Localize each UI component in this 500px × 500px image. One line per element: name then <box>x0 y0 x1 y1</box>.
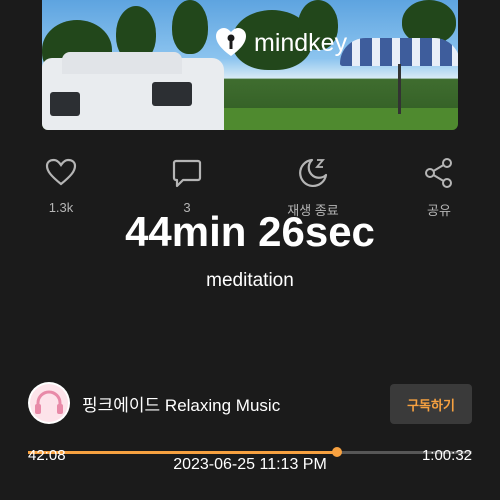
channel-avatar[interactable] <box>28 382 70 424</box>
timestamp: 2023-06-25 11:13 PM <box>173 456 327 473</box>
camper-van-graphic <box>42 52 224 130</box>
subscribe-button[interactable]: 구독하기 <box>390 384 472 424</box>
heart-icon <box>45 158 77 186</box>
mindkey-logo-icon <box>216 28 246 56</box>
progress-bar[interactable] <box>28 447 472 457</box>
sleep-timer-icon <box>299 158 328 188</box>
category-label: meditation <box>206 270 294 291</box>
comment-icon <box>172 159 202 188</box>
umbrella-graphic <box>340 38 458 66</box>
share-icon <box>425 158 452 188</box>
logo-text: mindkey <box>254 28 348 57</box>
video-thumbnail[interactable]: mindkey <box>42 0 458 130</box>
progress-fill <box>28 451 338 454</box>
remaining-timer: 44min 26sec <box>125 208 375 255</box>
like-button[interactable]: 1.3k <box>26 156 96 215</box>
action-bar: 1.3k 3 재생 종료 공유 <box>0 156 500 218</box>
channel-name[interactable]: 핑크에이드 Relaxing Music <box>82 391 280 416</box>
channel-info[interactable]: 핑크에이드 Relaxing Music <box>28 382 280 424</box>
comment-button[interactable]: 3 <box>152 156 222 215</box>
headphones-avatar-icon <box>30 384 68 422</box>
mindkey-logo: mindkey <box>214 26 347 60</box>
